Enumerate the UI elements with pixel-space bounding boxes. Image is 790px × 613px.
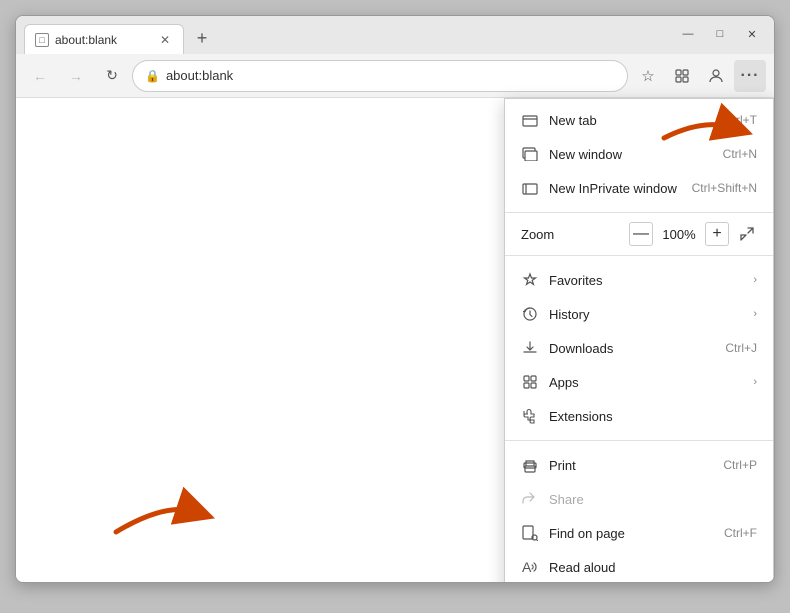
tab-title: about:blank	[55, 33, 151, 47]
divider-3	[505, 440, 773, 441]
apps-icon	[521, 373, 539, 391]
favorites-star-button[interactable]: ☆	[632, 60, 664, 92]
find-on-page-icon	[521, 524, 539, 542]
zoom-row: Zoom — 100% +	[505, 216, 773, 252]
back-button[interactable]: ←	[24, 60, 56, 92]
menu-item-apps[interactable]: Apps ›	[505, 365, 773, 399]
extensions-label: Extensions	[549, 409, 757, 424]
refresh-button[interactable]: ↻	[96, 60, 128, 92]
read-aloud-label: Read aloud	[549, 560, 757, 575]
menu-item-find-on-page[interactable]: Find on page Ctrl+F	[505, 516, 773, 550]
inprivate-icon	[521, 179, 539, 197]
address-bar[interactable]: 🔒 about:blank	[132, 60, 628, 92]
window-controls: — □ ✕	[674, 24, 766, 44]
menu-item-share: Share	[505, 482, 773, 516]
tab-close-button[interactable]: ✕	[157, 32, 173, 48]
share-icon	[521, 490, 539, 508]
zoom-plus-button[interactable]: +	[705, 222, 729, 246]
tab-icon: □	[35, 33, 49, 47]
favorites-icon	[521, 271, 539, 289]
new-tab-shortcut: Ctrl+T	[724, 113, 757, 127]
apps-label: Apps	[549, 375, 743, 390]
menu-item-new-window[interactable]: New window Ctrl+N	[505, 137, 773, 171]
profile-button[interactable]	[700, 60, 732, 92]
read-aloud-icon: A	[521, 558, 539, 576]
menu-button[interactable]: ···	[734, 60, 766, 92]
settings-arrow-annotation	[96, 462, 216, 542]
zoom-minus-button[interactable]: —	[629, 222, 653, 246]
share-label: Share	[549, 492, 757, 507]
toolbar-right: ☆ ···	[632, 60, 766, 92]
print-label: Print	[549, 458, 713, 473]
divider-1	[505, 212, 773, 213]
menu-item-history[interactable]: History ›	[505, 297, 773, 331]
new-inprivate-label: New InPrivate window	[549, 181, 682, 196]
collections-button[interactable]	[666, 60, 698, 92]
apps-arrow: ›	[753, 376, 757, 388]
history-icon	[521, 305, 539, 323]
menu-item-print[interactable]: Print Ctrl+P	[505, 448, 773, 482]
zoom-expand-button[interactable]	[737, 224, 757, 244]
menu-item-read-aloud[interactable]: A Read aloud	[505, 550, 773, 583]
history-label: History	[549, 307, 743, 322]
find-on-page-shortcut: Ctrl+F	[724, 526, 757, 540]
downloads-icon	[521, 339, 539, 357]
menu-item-downloads[interactable]: Downloads Ctrl+J	[505, 331, 773, 365]
menu-item-extensions[interactable]: Extensions	[505, 399, 773, 433]
maximize-button[interactable]: □	[706, 24, 734, 44]
zoom-label: Zoom	[521, 227, 621, 242]
content-area: New tab Ctrl+T New window Ctrl+N New InP…	[16, 98, 774, 582]
menu-item-new-tab[interactable]: New tab Ctrl+T	[505, 103, 773, 137]
menu-item-favorites[interactable]: Favorites ›	[505, 263, 773, 297]
find-on-page-label: Find on page	[549, 526, 714, 541]
new-tab-icon	[521, 111, 539, 129]
dropdown-menu: New tab Ctrl+T New window Ctrl+N New InP…	[504, 98, 774, 583]
favorites-arrow: ›	[753, 274, 757, 286]
new-window-shortcut: Ctrl+N	[723, 147, 757, 161]
zoom-value: 100%	[661, 227, 697, 242]
new-window-label: New window	[549, 147, 713, 162]
favorites-label: Favorites	[549, 273, 743, 288]
address-text: about:blank	[166, 68, 615, 83]
browser-tab[interactable]: □ about:blank ✕	[24, 24, 184, 54]
extensions-icon	[521, 407, 539, 425]
downloads-label: Downloads	[549, 341, 715, 356]
new-tab-label: New tab	[549, 113, 714, 128]
print-icon	[521, 456, 539, 474]
downloads-shortcut: Ctrl+J	[725, 341, 757, 355]
new-tab-button[interactable]: +	[188, 24, 216, 52]
minimize-button[interactable]: —	[674, 24, 702, 44]
title-bar: □ about:blank ✕ + — □ ✕	[16, 16, 774, 54]
menu-item-new-inprivate[interactable]: New InPrivate window Ctrl+Shift+N	[505, 171, 773, 205]
lock-icon: 🔒	[145, 69, 160, 83]
navigation-bar: ← → ↻ 🔒 about:blank ☆ ···	[16, 54, 774, 98]
forward-button[interactable]: →	[60, 60, 92, 92]
new-inprivate-shortcut: Ctrl+Shift+N	[692, 181, 757, 195]
browser-window: □ about:blank ✕ + — □ ✕ ← → ↻ 🔒 about:bl…	[15, 15, 775, 583]
svg-text:A: A	[522, 559, 532, 575]
new-window-icon	[521, 145, 539, 163]
close-button[interactable]: ✕	[738, 24, 766, 44]
print-shortcut: Ctrl+P	[723, 458, 757, 472]
history-arrow: ›	[753, 308, 757, 320]
divider-2	[505, 255, 773, 256]
